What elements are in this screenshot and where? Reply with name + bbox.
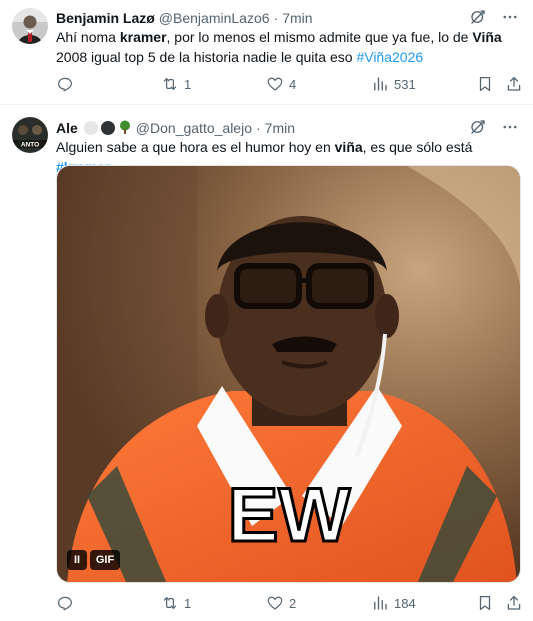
highlight-kramer: kramer (119, 29, 167, 45)
tweet-benjamin[interactable]: Benjamin Lazø @BenjaminLazo6 · 7min Ahí … (0, 0, 533, 104)
text-part: , por lo menos el mismo admite que ya fu… (166, 29, 473, 45)
hashtag-link[interactable]: #Viña2026 (356, 49, 423, 65)
user-handle[interactable]: @BenjaminLazo6 (159, 10, 270, 26)
highlight-vina: viña (334, 139, 363, 155)
reply-button[interactable] (56, 594, 79, 612)
tweet-top-actions (469, 8, 519, 26)
retweet-count: 1 (184, 76, 192, 92)
tweet-actions: 1 2 184 (56, 594, 522, 614)
text-part: Alguien sabe a que hora es el humor hoy … (56, 139, 335, 155)
highlight-vina: Viña (472, 29, 502, 45)
bookmark-button[interactable] (476, 594, 494, 612)
tweet-top-actions (469, 118, 519, 136)
views-button[interactable]: 531 (371, 75, 416, 93)
separator-dot: · (273, 10, 279, 26)
avatar-text: ANTO (21, 142, 39, 149)
views-count: 531 (394, 76, 416, 92)
user-handle[interactable]: @Don_gatto_alejo (136, 120, 252, 136)
separator-dot: · (255, 120, 261, 136)
heart-icon (266, 75, 284, 93)
retweet-count: 1 (184, 595, 192, 611)
retweet-icon (161, 75, 179, 93)
share-button[interactable] (505, 594, 523, 612)
heart-icon (266, 594, 284, 612)
white-circle-icon (83, 121, 98, 135)
retweet-icon (161, 594, 179, 612)
share-button[interactable] (505, 75, 523, 93)
views-button[interactable]: 184 (371, 594, 416, 612)
text-part: 2008 igual top 5 de la historia nadie le… (56, 49, 357, 65)
name-emojis (83, 120, 132, 137)
gif-media[interactable]: EW II GIF (56, 165, 521, 583)
bookmark-button[interactable] (476, 75, 494, 93)
retweet-button[interactable]: 1 (161, 594, 191, 612)
gif-caption: EW (228, 473, 351, 558)
pause-button[interactable]: II (67, 550, 87, 570)
text-part: Ahí noma (56, 29, 120, 45)
display-name[interactable]: Benjamin Lazø (56, 10, 155, 26)
display-name[interactable]: Ale (56, 120, 78, 136)
retweet-button[interactable]: 1 (161, 75, 191, 93)
like-button[interactable]: 4 (266, 75, 296, 93)
like-count: 2 (289, 595, 297, 611)
views-icon (371, 75, 389, 93)
timestamp[interactable]: 7min (282, 10, 312, 26)
tweet-ale[interactable]: ANTO Ale @Don_gatto_alejo · 7min Alguien… (0, 105, 533, 621)
avatar[interactable]: ANTO (12, 117, 48, 153)
share-icon (505, 594, 523, 612)
tree-icon (118, 120, 132, 137)
like-button[interactable]: 2 (266, 594, 296, 612)
views-icon (371, 594, 389, 612)
gif-frame: EW (57, 166, 520, 582)
more-icon[interactable] (501, 8, 519, 26)
like-count: 4 (289, 76, 297, 92)
more-icon[interactable] (501, 118, 519, 136)
text-part: , es que sólo está (362, 139, 473, 155)
tweet-header: Ale @Don_gatto_alejo · 7min (56, 119, 295, 137)
timestamp[interactable]: 7min (265, 120, 295, 136)
tweet-text: Ahí noma kramer, por lo menos el mismo a… (56, 27, 522, 67)
reply-icon (56, 75, 74, 93)
gif-label: GIF (90, 550, 120, 570)
reply-button[interactable] (56, 75, 79, 93)
black-circle-icon (100, 121, 115, 135)
reply-icon (56, 594, 74, 612)
tweet-header: Benjamin Lazø @BenjaminLazo6 · 7min (56, 9, 313, 27)
avatar[interactable] (12, 8, 48, 44)
share-icon (505, 75, 523, 93)
views-count: 184 (394, 595, 416, 611)
gif-controls: II GIF (67, 550, 120, 570)
grok-icon[interactable] (469, 118, 487, 136)
bookmark-icon (476, 75, 494, 93)
bookmark-icon (476, 594, 494, 612)
tweet-actions: 1 4 531 (56, 75, 522, 95)
grok-icon[interactable] (469, 8, 487, 26)
